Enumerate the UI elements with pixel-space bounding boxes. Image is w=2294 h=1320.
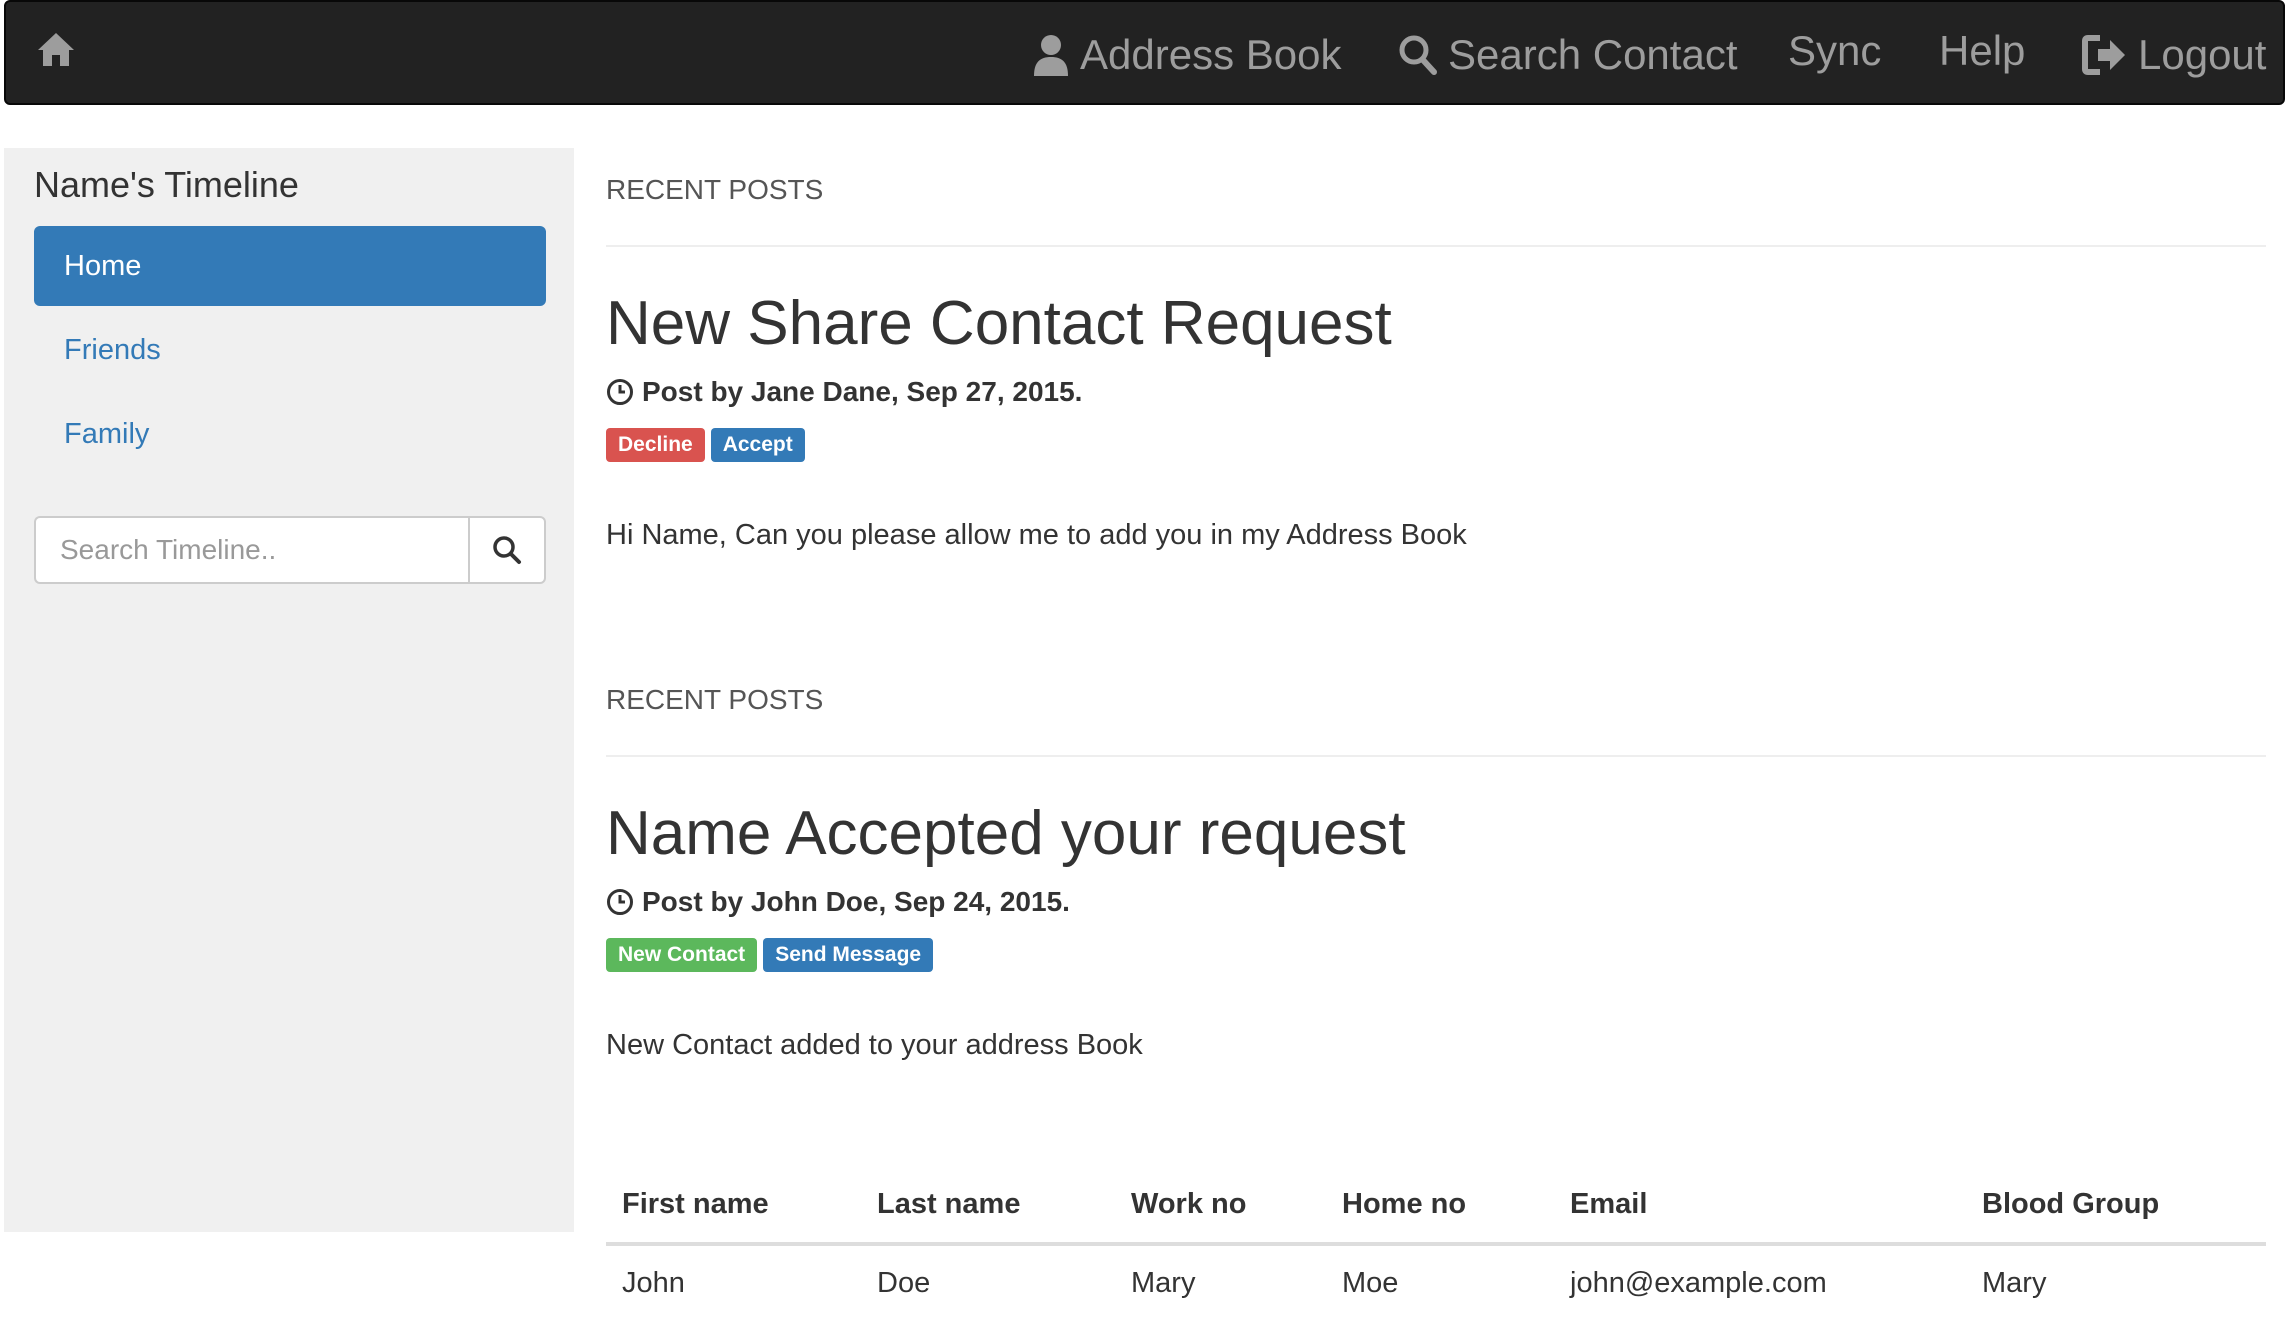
column-header: Work no [1115,1166,1326,1246]
logout-icon [2082,35,2125,75]
post-title: Name Accepted your request [606,799,1406,868]
post-meta-text: Post by Jane Dane, Sep 27, 2015. [642,376,1083,407]
sidebar-item-friends[interactable]: Friends [34,310,546,390]
post-body: New Contact added to your address Book [606,1029,1143,1061]
nav-address-book-label: Address Book [1080,31,1342,78]
sidebar-title: Name's Timeline [34,164,299,205]
post-actions: New Contact Send Message [606,938,939,972]
nav-sync-label: Sync [1788,27,1882,74]
section-label: RECENT POSTS [606,174,824,205]
nav-logout-label: Logout [2138,31,2267,78]
timeline-search-button[interactable] [468,516,546,584]
nav-search-contact-label: Search Contact [1448,31,1738,78]
divider [606,755,2266,757]
table-cell: Doe [877,1266,931,1299]
table-row: John Doe Mary Moe john@example.com Mary [606,1244,2266,1320]
home-icon[interactable] [36,30,84,74]
table-cell: John [622,1266,685,1299]
sidebar: Name's Timeline Home Friends Family [4,148,574,1232]
top-navbar: Address Book Search Contact Sync Help Lo… [4,0,2285,105]
table-cell: john@example.com [1570,1266,1827,1299]
post-meta-text: Post by John Doe, Sep 24, 2015. [642,886,1070,917]
contact-table: First name Last name Work no Home no Ema… [606,1166,2266,1320]
clock-icon [607,889,633,915]
timeline-search-input[interactable] [34,516,468,584]
post-actions: Decline Accept [606,428,811,462]
nav-help-label: Help [1939,27,2026,74]
post-meta: Post by Jane Dane, Sep 27, 2015. [606,376,1082,408]
column-header: First name [606,1166,861,1246]
nav-search-contact[interactable]: Search Contact [1398,20,1738,90]
send-message-button[interactable]: Send Message [763,938,934,972]
sidebar-item-label: Family [64,417,150,450]
nav-logout[interactable]: Logout [2082,20,2266,90]
column-header: Email [1554,1166,1966,1246]
divider [606,245,2266,247]
clock-icon [607,379,633,405]
user-icon [1034,35,1068,76]
main-content: RECENT POSTS New Share Contact Request P… [606,148,2266,1299]
new-contact-button[interactable]: New Contact [606,938,758,972]
table-cell: Moe [1342,1266,1399,1299]
column-header: Home no [1326,1166,1554,1246]
search-icon [1399,35,1437,75]
section-label: RECENT POSTS [606,684,824,715]
sidebar-item-family[interactable]: Family [34,394,546,474]
post-body: Hi Name, Can you please allow me to add … [606,519,1467,551]
table-cell: Mary [1982,1266,2047,1299]
timeline-search-group [34,516,546,584]
sidebar-item-home[interactable]: Home [34,226,546,306]
accept-button[interactable]: Accept [710,428,805,462]
nav-address-book[interactable]: Address Book [1032,20,1341,90]
nav-help[interactable]: Help [1939,16,2025,86]
column-header: Blood Group [1966,1166,2266,1246]
sidebar-item-label: Home [64,249,142,282]
post-meta: Post by John Doe, Sep 24, 2015. [606,886,1070,918]
column-header: Last name [861,1166,1115,1246]
table-header-row: First name Last name Work no Home no Ema… [606,1166,2266,1246]
decline-button[interactable]: Decline [606,428,705,462]
sidebar-item-label: Friends [64,333,161,366]
post-title: New Share Contact Request [606,289,1392,358]
search-icon [493,536,521,564]
nav-sync[interactable]: Sync [1788,16,1881,86]
table-cell: Mary [1131,1266,1196,1299]
